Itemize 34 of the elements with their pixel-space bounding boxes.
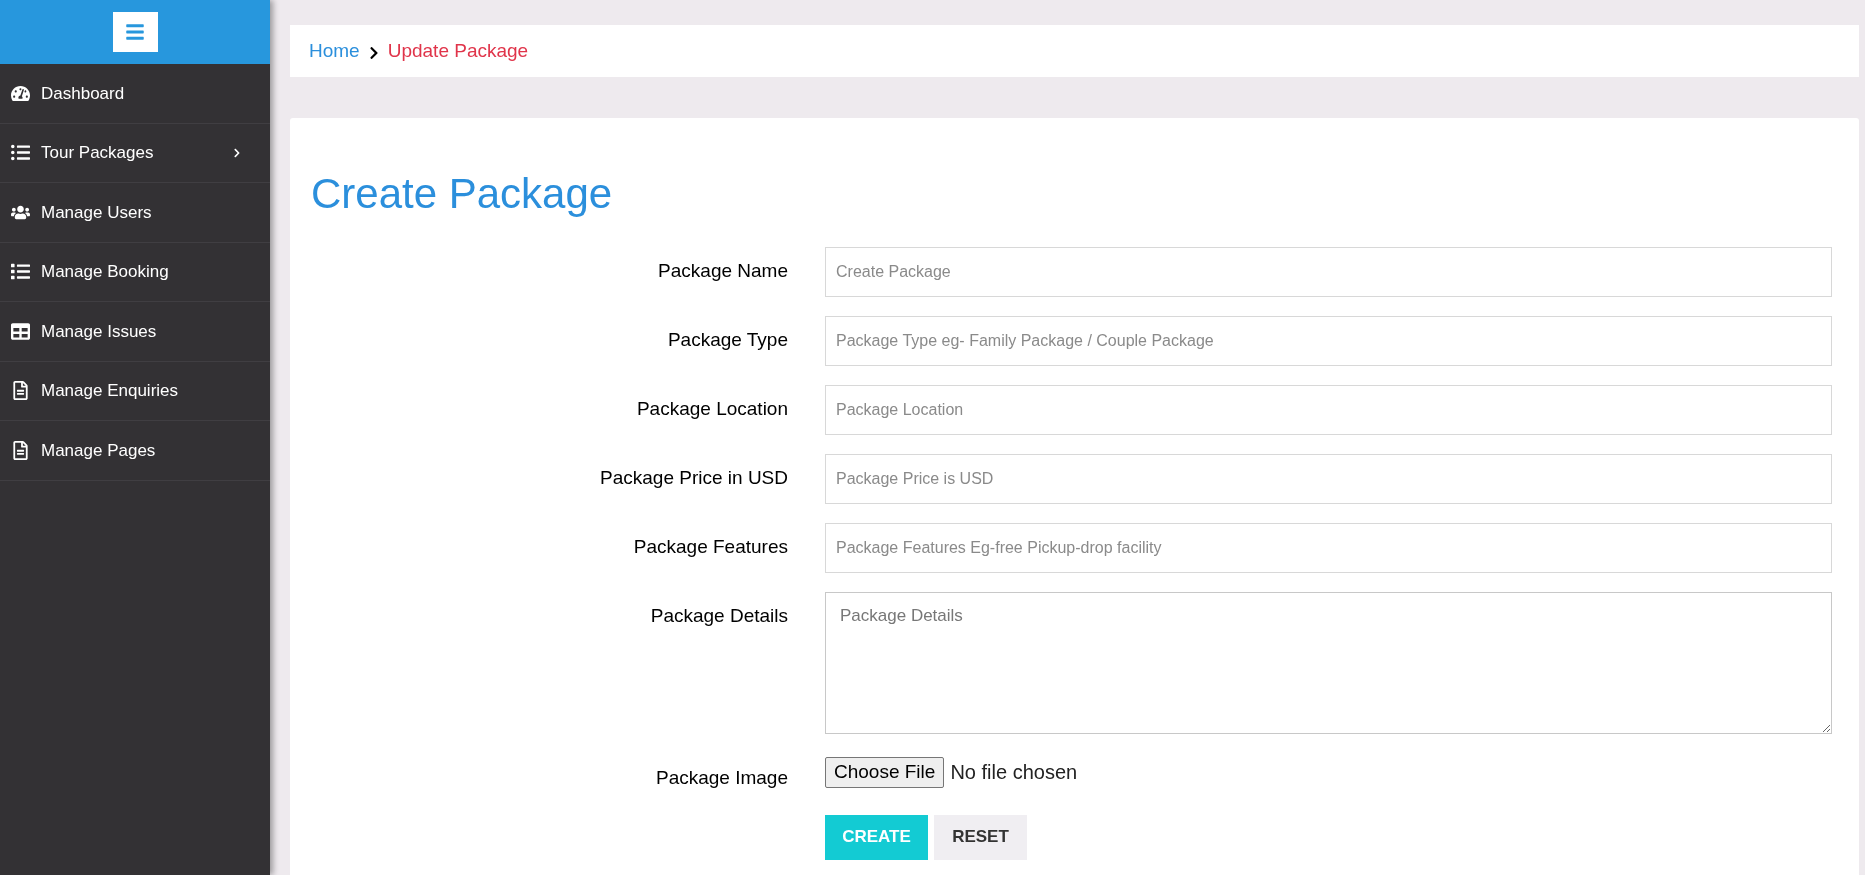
chevron-icon (367, 45, 380, 60)
menu-button[interactable] (112, 12, 158, 52)
reset-button[interactable]: RESET (934, 814, 1027, 860)
field-label: Package Name (658, 259, 788, 283)
menu-icon (125, 22, 145, 42)
text-field[interactable]: Package Features Eg-free Pickup-drop facility (825, 523, 1832, 573)
details-textarea[interactable]: Package Details (825, 592, 1832, 734)
document-icon (11, 381, 30, 401)
sidebar-item[interactable]: Manage Enquiries (0, 361, 270, 421)
sidebar-item[interactable]: Manage Issues (0, 302, 270, 362)
field-label: Package Image (655, 766, 788, 790)
gauge-icon (11, 83, 30, 103)
sidebar-item[interactable]: Manage Users (0, 183, 270, 243)
field-label: Package Details (650, 604, 788, 628)
text-field[interactable]: Package Type eg- Family Package / Couple Package (825, 316, 1832, 366)
sidebar-item[interactable]: Tour Packages (0, 123, 270, 183)
choose-file-button[interactable]: Choose File (825, 756, 945, 788)
field-label: Package Price in USD (600, 466, 788, 490)
list-icon (11, 262, 30, 282)
document-icon (11, 440, 30, 460)
field-label: Package Type (667, 328, 788, 352)
text-field[interactable]: Package Price is USD (825, 454, 1832, 504)
field-label: Package Features (633, 535, 788, 559)
current-page: Update Package (387, 38, 529, 63)
file-status: No file chosen (950, 760, 1078, 786)
text-field[interactable]: Package Location (825, 385, 1832, 435)
field-label: Package Location (636, 397, 788, 421)
sidebar-item[interactable]: Manage Booking (0, 242, 270, 302)
list-icon (11, 143, 30, 163)
sidebar-item[interactable]: Dashboard (0, 64, 270, 124)
text-field[interactable]: Create Package (825, 247, 1832, 297)
table-icon (11, 321, 30, 341)
form-title: Create Package (311, 169, 614, 219)
sidebar-item[interactable]: Manage Pages (0, 421, 270, 481)
